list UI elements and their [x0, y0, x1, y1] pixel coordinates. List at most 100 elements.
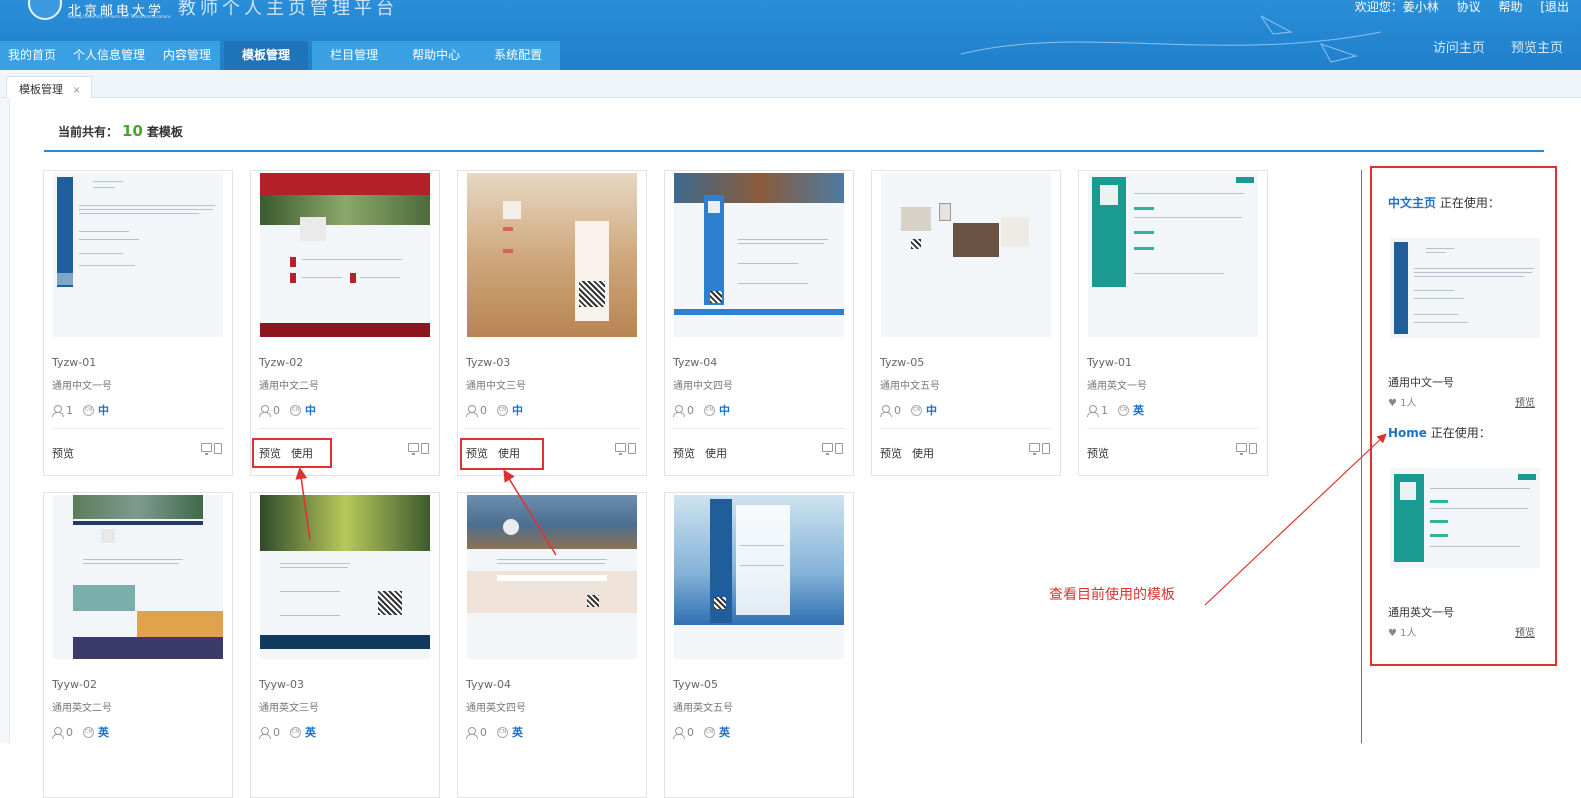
- highlight-box: [252, 438, 332, 468]
- user-count: 1: [1101, 403, 1108, 417]
- en-preview-link[interactable]: 预览: [1515, 624, 1535, 639]
- template-language: 英: [305, 726, 316, 739]
- cn-preview-link[interactable]: 预览: [1515, 394, 1535, 409]
- agreement-link[interactable]: 协议: [1457, 0, 1481, 14]
- template-language: 英: [512, 726, 523, 739]
- nav-templates[interactable]: 模板管理: [224, 41, 309, 70]
- user-icon: [673, 726, 685, 739]
- template-language: 英: [98, 726, 109, 739]
- template-thumbnail[interactable]: [260, 173, 430, 337]
- nav-content[interactable]: 内容管理: [154, 41, 221, 70]
- template-language: 中: [305, 404, 316, 417]
- template-thumbnail[interactable]: [1088, 173, 1258, 337]
- user-count: 1: [66, 403, 73, 417]
- user-icon: [466, 726, 478, 739]
- template-name: 通用中文四号: [673, 381, 733, 392]
- visit-homepage-link[interactable]: 访问主页: [1433, 41, 1485, 56]
- highlight-box: [460, 438, 544, 470]
- template-name: 通用中文三号: [466, 381, 526, 392]
- nav-home[interactable]: 我的首页: [0, 41, 65, 70]
- cn-status: 正在使用：: [1439, 196, 1500, 210]
- template-name: 通用中文一号: [52, 381, 112, 392]
- template-thumbnail[interactable]: [881, 173, 1051, 337]
- use-link[interactable]: 使用: [705, 447, 727, 460]
- en-active-thumbnail[interactable]: [1390, 468, 1540, 568]
- school-logo: [28, 0, 62, 20]
- template-name: 通用英文三号: [259, 703, 319, 714]
- use-link[interactable]: 使用: [912, 447, 934, 460]
- template-thumbnail[interactable]: [260, 495, 430, 659]
- template-card: Tyyw-04 通用英文四号 0 CN 英: [457, 492, 647, 798]
- user-icon: [673, 404, 685, 417]
- template-name: 通用英文二号: [52, 703, 112, 714]
- language-icon: CN: [497, 404, 508, 416]
- template-meta: 1 CN 英: [1087, 402, 1144, 418]
- template-thumbnail[interactable]: [53, 173, 223, 337]
- template-thumbnail[interactable]: [674, 495, 844, 659]
- nav-system-config[interactable]: 系统配置: [476, 41, 561, 70]
- template-code: Tyyw-02: [52, 678, 97, 691]
- desktop-icon: [1236, 443, 1247, 455]
- template-code: Tyyw-04: [466, 678, 511, 691]
- divider: [673, 428, 845, 429]
- tab-label: 模板管理: [19, 83, 63, 96]
- template-card: Tyyw-02 通用英文二号 0 CN 英: [43, 492, 233, 798]
- help-link[interactable]: 帮助: [1498, 0, 1522, 14]
- language-icon: CN: [1118, 404, 1129, 416]
- template-card: Tyyw-03 通用英文三号 0 CN 英: [250, 492, 440, 798]
- template-card: Tyzw-01 通用中文一号 1 CN 中预览: [43, 170, 233, 476]
- user-count: 0: [687, 725, 694, 739]
- template-language: 英: [719, 726, 730, 739]
- tablet-icon: [214, 443, 222, 454]
- language-icon: CN: [704, 404, 715, 416]
- template-meta: 1 CN 中: [52, 402, 109, 418]
- tablet-icon: [628, 443, 636, 454]
- desktop-icon: [615, 443, 626, 455]
- divider: [466, 428, 638, 429]
- template-count: 10: [122, 122, 143, 140]
- en-homepage-link[interactable]: Home: [1388, 426, 1427, 440]
- user-count: 0: [480, 403, 487, 417]
- divider: [259, 428, 431, 429]
- template-card: Tyzw-04 通用中文四号 0 CN 中预览 使用: [664, 170, 854, 476]
- template-code: Tyzw-03: [466, 356, 511, 369]
- desktop-icon: [408, 443, 419, 455]
- cn-homepage-link[interactable]: 中文主页: [1388, 196, 1436, 210]
- preview-homepage-link[interactable]: 预览主页: [1511, 41, 1563, 56]
- cn-like-count: ♥ 1人: [1388, 398, 1417, 409]
- device-icons: [822, 443, 843, 455]
- user-count: 0: [66, 725, 73, 739]
- user-count: 0: [687, 403, 694, 417]
- template-thumbnail[interactable]: [467, 173, 637, 337]
- template-name: 通用英文一号: [1087, 381, 1147, 392]
- divider: [52, 428, 224, 429]
- template-card: Tyyw-05 通用英文五号 0 CN 英: [664, 492, 854, 798]
- cn-active-title: 中文主页 正在使用：: [1388, 194, 1500, 211]
- nav-help-center[interactable]: 帮助中心: [396, 41, 477, 70]
- logout-link[interactable]: [退出: [1540, 0, 1569, 14]
- template-code: Tyzw-04: [673, 356, 718, 369]
- user-icon: [259, 404, 271, 417]
- cn-active-thumbnail[interactable]: [1390, 238, 1540, 338]
- preview-link[interactable]: 预览: [673, 447, 695, 460]
- template-count-summary: 当前共有： 10 套模板: [58, 122, 183, 140]
- tab-template-management[interactable]: 模板管理 ×: [6, 76, 92, 98]
- divider: [880, 428, 1052, 429]
- template-thumbnail[interactable]: [467, 495, 637, 659]
- preview-link[interactable]: 预览: [52, 447, 74, 460]
- preview-link[interactable]: 预览: [880, 447, 902, 460]
- decorative-curve: [961, 15, 1381, 63]
- user-count: 0: [894, 403, 901, 417]
- language-icon: CN: [911, 404, 922, 416]
- template-language: 中: [98, 404, 109, 417]
- template-thumbnail[interactable]: [674, 173, 844, 337]
- close-icon[interactable]: ×: [73, 85, 81, 96]
- template-code: Tyyw-03: [259, 678, 304, 691]
- nav-columns[interactable]: 栏目管理: [312, 41, 397, 70]
- user-icon: [466, 404, 478, 417]
- device-icons: [1029, 443, 1050, 455]
- template-name: 通用英文五号: [673, 703, 733, 714]
- preview-link[interactable]: 预览: [1087, 447, 1109, 460]
- template-thumbnail[interactable]: [53, 495, 223, 659]
- nav-personal-info[interactable]: 个人信息管理: [64, 41, 155, 70]
